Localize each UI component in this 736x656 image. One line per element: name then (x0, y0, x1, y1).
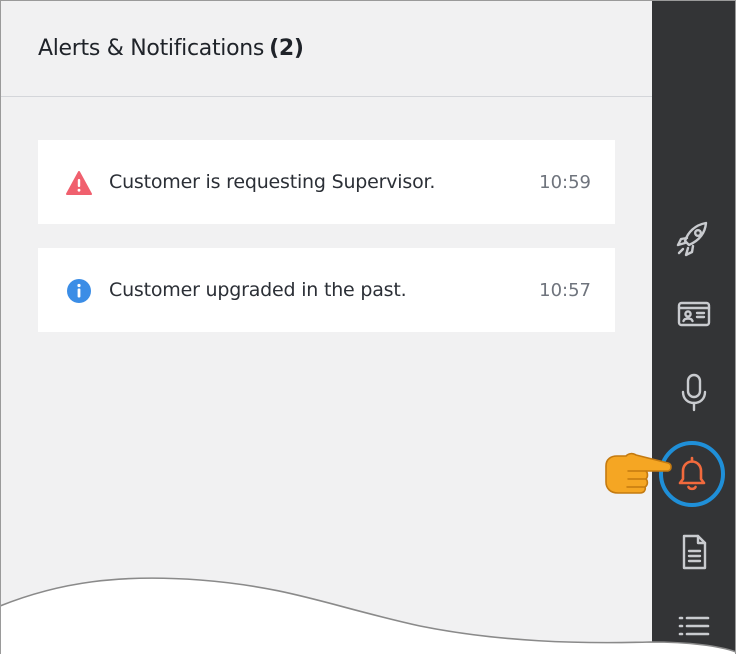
sidebar-item-voice[interactable] (668, 366, 720, 418)
alert-item-info[interactable]: Customer upgraded in the past. 10:57 (38, 248, 615, 332)
alert-timestamp: 10:57 (539, 280, 591, 301)
info-circle-icon (67, 279, 91, 303)
microphone-icon (681, 373, 707, 412)
sidebar-item-contact[interactable] (668, 288, 720, 340)
alert-message: Customer upgraded in the past. (109, 279, 407, 301)
alert-item-warning[interactable]: Customer is requesting Supervisor. 10:59 (38, 140, 615, 224)
alert-message: Customer is requesting Supervisor. (109, 171, 436, 193)
rocket-icon (676, 221, 708, 257)
torn-edge-decoration (0, 577, 736, 655)
alert-list: Customer is requesting Supervisor. 10:59… (38, 140, 615, 356)
page-title: Alerts & Notifications (2) (38, 36, 304, 61)
app-window: Alerts & Notifications (2) Customer is re… (0, 0, 736, 655)
sidebar-item-launch[interactable] (668, 212, 720, 264)
panel-header: Alerts & Notifications (2) (0, 0, 652, 97)
warning-triangle-icon (66, 171, 92, 195)
pointing-hand-icon (605, 452, 672, 494)
alert-count-badge: (2) (269, 36, 304, 61)
panel-title-text: Alerts & Notifications (38, 36, 265, 61)
alert-timestamp: 10:59 (539, 172, 591, 193)
contact-card-icon (677, 301, 711, 327)
